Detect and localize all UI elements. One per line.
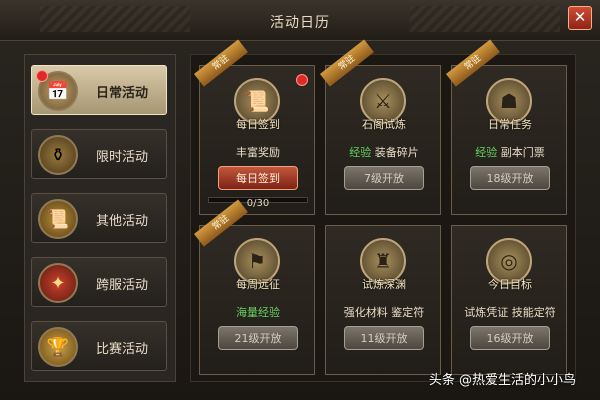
- trophy-icon: 🏆: [38, 327, 78, 367]
- activity-name: 石阁试炼: [362, 118, 406, 131]
- activity-reward: 经验 装备碎片: [326, 144, 442, 160]
- activity-card-stone-trial[interactable]: ⚔ 常驻 石阁试炼 经验 装备碎片 7级开放: [320, 39, 442, 215]
- sidebar-item-other[interactable]: 📜 其他活动: [31, 193, 167, 243]
- treasure-bowl-icon: ⚱: [38, 135, 78, 175]
- unlock-level-button: 16级开放: [470, 326, 550, 350]
- sidebar-item-daily[interactable]: 📅 日常活动: [31, 65, 167, 115]
- activity-card-weekly-expedition[interactable]: ⚑ 常驻 每周远征 海量经验 21级开放: [194, 199, 315, 375]
- unlock-level-button: 7级开放: [344, 166, 424, 190]
- activity-grid: 📜 常驻 每日签到 丰富奖励 每日签到 0/30 ⚔ 常驻 石阁试炼 经验 装备…: [190, 39, 576, 382]
- sidebar-item-label: 限时活动: [96, 150, 149, 165]
- sidebar: 📅 日常活动 ⚱ 限时活动 📜 其他活动 ✦ 跨服活动 🏆 比赛活动: [24, 54, 176, 382]
- sidebar-item-label: 日常活动: [96, 86, 149, 101]
- reward-exp: 经验: [475, 146, 498, 159]
- activity-reward: 试炼凭证 技能定符: [464, 306, 556, 319]
- activity-name: 今日目标: [488, 278, 532, 291]
- permanent-ribbon: 常驻: [194, 39, 248, 87]
- emblem-icon: ✦: [38, 263, 78, 303]
- permanent-ribbon: 常驻: [446, 39, 500, 87]
- activity-card-daily-signin[interactable]: 📜 常驻 每日签到 丰富奖励 每日签到 0/30: [194, 39, 315, 215]
- activity-name: 每周远征: [236, 278, 280, 291]
- reward-item: 装备碎片: [374, 146, 419, 159]
- sidebar-item-label: 比赛活动: [96, 342, 149, 357]
- notification-dot: [296, 74, 308, 86]
- window-title: 活动日历: [270, 15, 330, 31]
- sidebar-item-label: 其他活动: [96, 214, 149, 229]
- activity-card-today-goal[interactable]: ◎ 今日目标 试炼凭证 技能定符 16级开放: [451, 225, 567, 375]
- activity-card-daily-task[interactable]: ☗ 常驻 日常任务 经验 副本门票 18级开放: [446, 39, 568, 215]
- watermark: 头条 @热爱生活的小小鸟: [428, 373, 576, 388]
- unlock-level-button: 21级开放: [218, 326, 298, 350]
- signin-progress-text: 0/30: [246, 198, 270, 209]
- activity-reward: 经验 副本门票: [452, 144, 568, 160]
- reward-exp: 经验: [349, 146, 372, 159]
- sidebar-item-competition[interactable]: 🏆 比赛活动: [31, 321, 167, 371]
- activity-reward: 海量经验: [236, 306, 280, 319]
- activity-reward: 丰富奖励: [236, 146, 280, 159]
- activity-card-trial-abyss[interactable]: ♜ 试炼深渊 强化材料 鉴定符 11级开放: [325, 225, 441, 375]
- unlock-level-button: 11级开放: [344, 326, 424, 350]
- permanent-ribbon: 常驻: [320, 39, 374, 87]
- activity-reward: 强化材料 鉴定符: [343, 306, 425, 319]
- activity-name: 每日签到: [236, 118, 280, 131]
- sidebar-item-crossserver[interactable]: ✦ 跨服活动: [31, 257, 167, 307]
- sidebar-item-label: 跨服活动: [96, 278, 149, 293]
- daily-signin-button[interactable]: 每日签到: [218, 166, 298, 190]
- close-button[interactable]: ✕: [568, 6, 592, 30]
- unlock-level-button: 18级开放: [470, 166, 550, 190]
- title-bar: 活动日历 ✕: [0, 0, 600, 41]
- activity-name: 试炼深渊: [362, 278, 406, 291]
- activity-calendar-window: 活动日历 ✕ 📅 日常活动 ⚱ 限时活动 📜 其他活动 ✦ 跨服活动 🏆 比赛活…: [0, 0, 600, 400]
- scroll-icon: 📜: [38, 199, 78, 239]
- reward-item: 副本门票: [500, 146, 545, 159]
- notification-dot: [36, 70, 48, 82]
- sidebar-item-limited[interactable]: ⚱ 限时活动: [31, 129, 167, 179]
- activity-name: 日常任务: [488, 118, 532, 131]
